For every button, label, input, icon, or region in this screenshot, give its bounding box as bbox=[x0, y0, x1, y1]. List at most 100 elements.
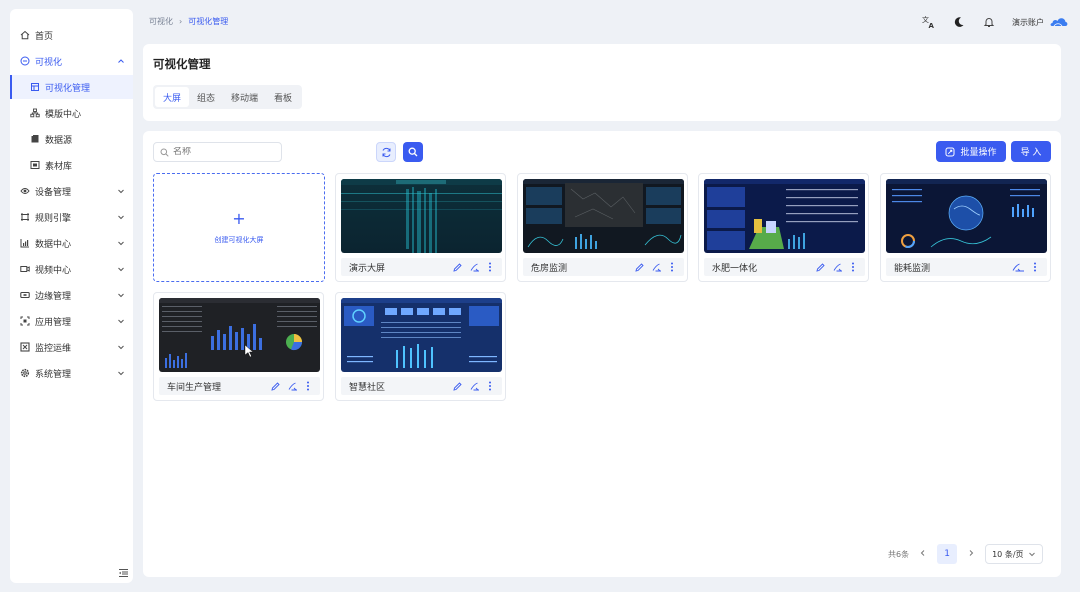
prev-page-button[interactable] bbox=[919, 549, 927, 559]
data-center-icon bbox=[20, 238, 30, 248]
sidebar-item-label: 规则引擎 bbox=[35, 213, 72, 224]
page-number-current[interactable]: 1 bbox=[937, 544, 958, 564]
card-footer: 水肥一体化 bbox=[704, 258, 865, 276]
more-icon[interactable] bbox=[488, 262, 492, 272]
translate-icon[interactable]: 文A bbox=[922, 15, 936, 29]
chevron-down-icon bbox=[118, 319, 124, 324]
visual-icon bbox=[20, 56, 30, 66]
sidebar-item-label: 模版中心 bbox=[45, 109, 82, 120]
sidebar-item-label: 素材库 bbox=[45, 161, 73, 172]
card-footer: 智慧社区 bbox=[341, 377, 502, 395]
refresh-button[interactable] bbox=[376, 142, 396, 162]
sidebar-item-template[interactable]: 模版中心 bbox=[10, 101, 133, 125]
screen-card[interactable]: 水肥一体化 bbox=[698, 173, 869, 282]
screen-thumbnail[interactable] bbox=[886, 179, 1047, 253]
sidebar-item-home[interactable]: 首页 bbox=[10, 23, 133, 47]
screen-card[interactable]: 能耗监测 bbox=[880, 173, 1051, 282]
breadcrumb: 可视化 › 可视化管理 bbox=[149, 16, 228, 27]
card-name: 车间生产管理 bbox=[167, 382, 222, 393]
refresh-icon bbox=[382, 147, 390, 157]
sidebar-item-label: 数据中心 bbox=[35, 239, 72, 250]
more-icon[interactable] bbox=[851, 262, 855, 272]
design-icon[interactable] bbox=[1012, 263, 1025, 272]
edit-icon[interactable] bbox=[816, 262, 825, 272]
screen-thumbnail[interactable] bbox=[159, 298, 320, 372]
chevron-down-icon bbox=[118, 293, 124, 298]
sidebar-item-device[interactable]: 设备管理 bbox=[10, 179, 133, 203]
batch-operation-button[interactable]: 批量操作 bbox=[936, 141, 1006, 162]
screen-thumbnail[interactable] bbox=[523, 179, 684, 253]
account-menu[interactable]: 演示账户 bbox=[1012, 16, 1068, 28]
system-icon bbox=[20, 368, 30, 378]
more-icon[interactable] bbox=[488, 381, 492, 391]
import-button[interactable]: 导 入 bbox=[1011, 141, 1051, 162]
card-name: 水肥一体化 bbox=[712, 263, 758, 274]
header-actions: 文A 演示账户 bbox=[922, 12, 1068, 32]
screen-thumbnail[interactable] bbox=[341, 298, 502, 372]
edit-icon[interactable] bbox=[271, 381, 280, 391]
sidebar-item-material[interactable]: 素材库 bbox=[10, 153, 133, 177]
breadcrumb-item-current: 可视化管理 bbox=[188, 17, 229, 26]
sidebar-item-rule[interactable]: 规则引擎 bbox=[10, 205, 133, 229]
sidebar-item-label: 数据源 bbox=[45, 135, 73, 146]
sidebar-item-label: 可视化 bbox=[35, 57, 63, 68]
design-icon[interactable] bbox=[470, 263, 480, 272]
sidebar-item-visual[interactable]: 可视化 bbox=[10, 49, 133, 73]
tab-mobile[interactable]: 移动端 bbox=[223, 87, 266, 107]
sidebar-item-system[interactable]: 系统管理 bbox=[10, 361, 133, 385]
sidebar-item-datasource[interactable]: 数据源 bbox=[10, 127, 133, 151]
design-icon[interactable] bbox=[470, 382, 480, 391]
search-input[interactable] bbox=[173, 147, 273, 157]
sidebar-item-monitor[interactable]: 监控运维 bbox=[10, 335, 133, 359]
monitor-icon bbox=[20, 342, 30, 352]
design-icon[interactable] bbox=[652, 263, 662, 272]
moon-icon[interactable] bbox=[952, 15, 966, 29]
more-icon[interactable] bbox=[1033, 262, 1037, 272]
edit-icon[interactable] bbox=[635, 262, 644, 272]
material-icon bbox=[30, 160, 40, 170]
sidebar-item-visual-manage[interactable]: 可视化管理 bbox=[10, 75, 133, 99]
import-label: 导 入 bbox=[1020, 148, 1042, 158]
tab-bar: 大屏 组态 移动端 看板 bbox=[153, 85, 303, 109]
batch-operation-label: 批量操作 bbox=[960, 148, 997, 158]
screen-card[interactable]: 演示大屏 bbox=[335, 173, 506, 282]
design-icon[interactable] bbox=[288, 382, 298, 391]
breadcrumb-item-visual[interactable]: 可视化 bbox=[149, 16, 173, 27]
search-button[interactable] bbox=[403, 142, 423, 162]
edit-icon[interactable] bbox=[453, 262, 462, 272]
thumbnail-image bbox=[341, 179, 502, 253]
pagination: 共6条 1 10 条/页 bbox=[888, 544, 1044, 564]
tab-dashboard[interactable]: 看板 bbox=[266, 87, 300, 107]
menu-fold-icon bbox=[118, 569, 128, 577]
device-icon bbox=[20, 186, 30, 196]
sidebar-item-app[interactable]: 应用管理 bbox=[10, 309, 133, 333]
search-icon bbox=[160, 148, 169, 157]
sidebar-item-data-center[interactable]: 数据中心 bbox=[10, 231, 133, 255]
more-icon[interactable] bbox=[670, 262, 674, 272]
card-footer: 车间生产管理 bbox=[159, 377, 320, 395]
more-icon[interactable] bbox=[306, 381, 310, 391]
chevron-down-icon bbox=[118, 189, 124, 194]
page-size-value: 10 条/页 bbox=[992, 549, 1024, 559]
create-card-label: 创建可视化大屏 bbox=[214, 235, 264, 244]
screen-thumbnail[interactable] bbox=[341, 179, 502, 253]
next-page-button[interactable] bbox=[967, 549, 975, 559]
screen-card[interactable]: 智慧社区 bbox=[335, 292, 506, 401]
search-field[interactable] bbox=[153, 142, 282, 162]
screen-card[interactable]: 车间生产管理 bbox=[153, 292, 324, 401]
screen-card[interactable]: 危房监测 bbox=[517, 173, 688, 282]
sidebar-item-edge[interactable]: 边缘管理 bbox=[10, 283, 133, 307]
tab-config[interactable]: 组态 bbox=[189, 87, 223, 107]
chevron-left-icon bbox=[920, 550, 925, 556]
design-icon[interactable] bbox=[833, 263, 843, 272]
chevron-up-icon bbox=[118, 59, 124, 63]
page-size-select[interactable]: 10 条/页 bbox=[985, 544, 1044, 564]
create-visual-screen-card[interactable]: + 创建可视化大屏 bbox=[153, 173, 325, 282]
page-title: 可视化管理 bbox=[153, 57, 211, 71]
collapse-sidebar-button[interactable] bbox=[115, 565, 131, 581]
tab-big-screen[interactable]: 大屏 bbox=[155, 87, 190, 107]
sidebar-item-video[interactable]: 视频中心 bbox=[10, 257, 133, 281]
screen-thumbnail[interactable] bbox=[704, 179, 865, 253]
bell-icon[interactable] bbox=[982, 15, 996, 29]
edit-icon[interactable] bbox=[453, 381, 462, 391]
